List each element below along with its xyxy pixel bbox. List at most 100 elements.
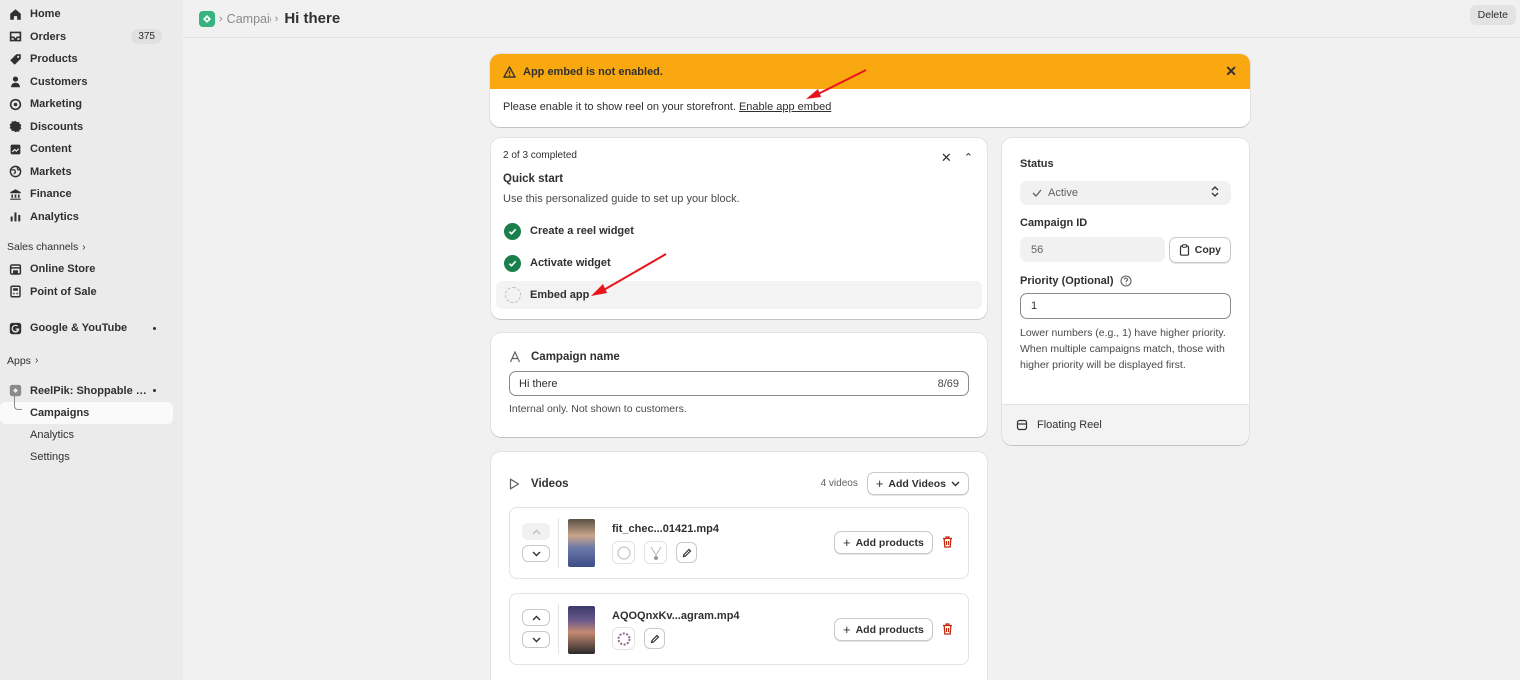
checkmark-icon (1032, 189, 1042, 197)
nav-label: Markets (30, 165, 72, 178)
nav-label: Content (30, 143, 72, 156)
chevron-down-icon (951, 478, 960, 490)
nav-online-store[interactable]: Online Store (0, 258, 173, 281)
character-counter: 8/69 (937, 377, 959, 390)
nav-discounts[interactable]: Discounts (0, 116, 173, 139)
banner-message: Please enable it to show reel on your st… (503, 101, 736, 113)
nav-customers[interactable]: Customers (0, 71, 173, 94)
close-icon[interactable]: ✕ (1225, 63, 1237, 80)
campaign-id-field: 56 (1020, 237, 1165, 262)
video-row: fit_chec...01421.mp4 + Add products (509, 507, 969, 579)
video-thumbnail[interactable] (568, 519, 595, 567)
edit-pencil-icon[interactable] (676, 542, 697, 563)
move-up-button[interactable] (522, 523, 550, 540)
layout-icon (1016, 419, 1028, 431)
nav-finance[interactable]: Finance (0, 183, 173, 206)
chevron-up-icon[interactable]: ⌃ (964, 151, 973, 166)
banner-header: App embed is not enabled. ✕ (490, 54, 1250, 89)
nav-label: Online Store (30, 263, 96, 276)
add-products-button[interactable]: + Add products (834, 531, 933, 554)
content-icon (8, 142, 22, 156)
enable-app-embed-link[interactable]: Enable app embed (739, 101, 831, 113)
card-header: Videos 4 videos + Add Videos (509, 472, 969, 495)
button-label: Add products (855, 536, 924, 549)
trash-icon[interactable] (942, 623, 953, 638)
nav-label: Home (30, 8, 61, 21)
clipboard-icon (1179, 244, 1190, 256)
play-icon (509, 478, 522, 490)
text-icon (509, 351, 522, 363)
add-products-button[interactable]: + Add products (834, 618, 933, 641)
nav-label: Customers (30, 75, 88, 88)
add-videos-button[interactable]: + Add Videos (866, 472, 969, 495)
video-thumbnail[interactable] (568, 606, 595, 654)
nav-analytics[interactable]: Analytics (0, 206, 173, 229)
store-icon (8, 262, 22, 276)
nav-label: Settings (30, 451, 70, 463)
nav-content[interactable]: Content (0, 138, 173, 161)
nav-app-analytics[interactable]: Analytics (0, 424, 173, 446)
orders-icon (8, 30, 22, 44)
section-label-text: Sales channels (7, 241, 79, 253)
chevron-right-icon: › (34, 355, 39, 366)
button-label: Add products (855, 623, 924, 636)
campaign-id-value: 56 (1031, 243, 1044, 256)
chevron-right-icon: › (82, 241, 86, 253)
nav-google-youtube[interactable]: Google & YouTube (0, 317, 173, 340)
video-count: 4 videos (820, 478, 858, 489)
delete-button[interactable]: Delete (1469, 5, 1516, 25)
video-row: AQOQnxKv...agram.mp4 + Add products (509, 593, 969, 665)
footer-label: Floating Reel (1037, 419, 1102, 431)
copy-button[interactable]: Copy (1168, 237, 1231, 263)
nav-markets[interactable]: Markets (0, 161, 173, 184)
help-circle-icon[interactable] (1119, 275, 1132, 287)
nav-label: ReelPik: Shoppable Vi... (30, 384, 153, 397)
section-label-text: Apps (7, 354, 31, 367)
app-logo-icon[interactable] (199, 10, 215, 27)
nav-products[interactable]: Products (0, 48, 173, 71)
move-down-button[interactable] (522, 631, 550, 648)
nav-campaigns[interactable]: Campaigns (0, 394, 173, 424)
status-label: Status (1020, 158, 1054, 170)
campaign-name-heading: Campaign name (531, 351, 620, 363)
step-label: Embed app (530, 289, 590, 301)
product-thumbnail[interactable] (612, 627, 635, 650)
apps-heading[interactable]: Apps › (0, 350, 183, 372)
product-thumbnail[interactable] (644, 541, 667, 564)
nav-marketing[interactable]: Marketing (0, 93, 173, 116)
target-icon (8, 97, 22, 111)
edit-pencil-icon[interactable] (644, 628, 665, 649)
priority-input[interactable]: 1 (1020, 293, 1231, 319)
app-embed-banner: App embed is not enabled. ✕ Please enabl… (490, 54, 1250, 127)
video-filename: AQOQnxKv...agram.mp4 (612, 610, 740, 622)
quick-start-title: Quick start (503, 173, 564, 185)
step-embed-app[interactable]: Embed app (496, 281, 982, 309)
check-circle-icon (504, 254, 521, 272)
move-down-button[interactable] (522, 545, 550, 562)
nav-point-of-sale[interactable]: Point of Sale (0, 281, 173, 304)
nav-label: Campaigns (30, 407, 90, 419)
video-filename: fit_chec...01421.mp4 (612, 523, 720, 535)
settings-card: Status Active Campaign ID 56 Copy Priori… (1002, 138, 1249, 445)
campaign-name-input[interactable]: Hi there 8/69 (509, 371, 969, 396)
move-up-button[interactable] (522, 609, 550, 626)
status-dot (153, 326, 156, 330)
close-icon[interactable]: ✕ (941, 150, 952, 166)
trash-icon[interactable] (942, 536, 953, 551)
breadcrumb-campaigns[interactable]: Campaigns (227, 12, 271, 26)
step-activate-widget[interactable]: Activate widget (503, 249, 975, 277)
sales-channels-heading[interactable]: Sales channels › (0, 236, 183, 258)
nav-orders[interactable]: Orders 375 (0, 26, 173, 49)
nav-app-settings[interactable]: Settings (0, 446, 173, 468)
priority-label: Priority (Optional) (1020, 275, 1231, 287)
nav-reelpik-app[interactable]: ReelPik: Shoppable Vi... (0, 380, 173, 403)
card-controls: ✕ ⌃ (941, 150, 973, 166)
step-create-widget[interactable]: Create a reel widget (503, 217, 975, 245)
banner-title: App embed is not enabled. (523, 65, 663, 78)
status-select[interactable]: Active (1020, 181, 1231, 205)
nav-home[interactable]: Home (0, 3, 173, 26)
product-thumbnail[interactable] (612, 541, 635, 564)
floating-reel-footer[interactable]: Floating Reel (1002, 404, 1249, 445)
sidebar: Home Orders 375 Products Customers Marke… (0, 0, 183, 680)
nav-label: Products (30, 53, 78, 66)
